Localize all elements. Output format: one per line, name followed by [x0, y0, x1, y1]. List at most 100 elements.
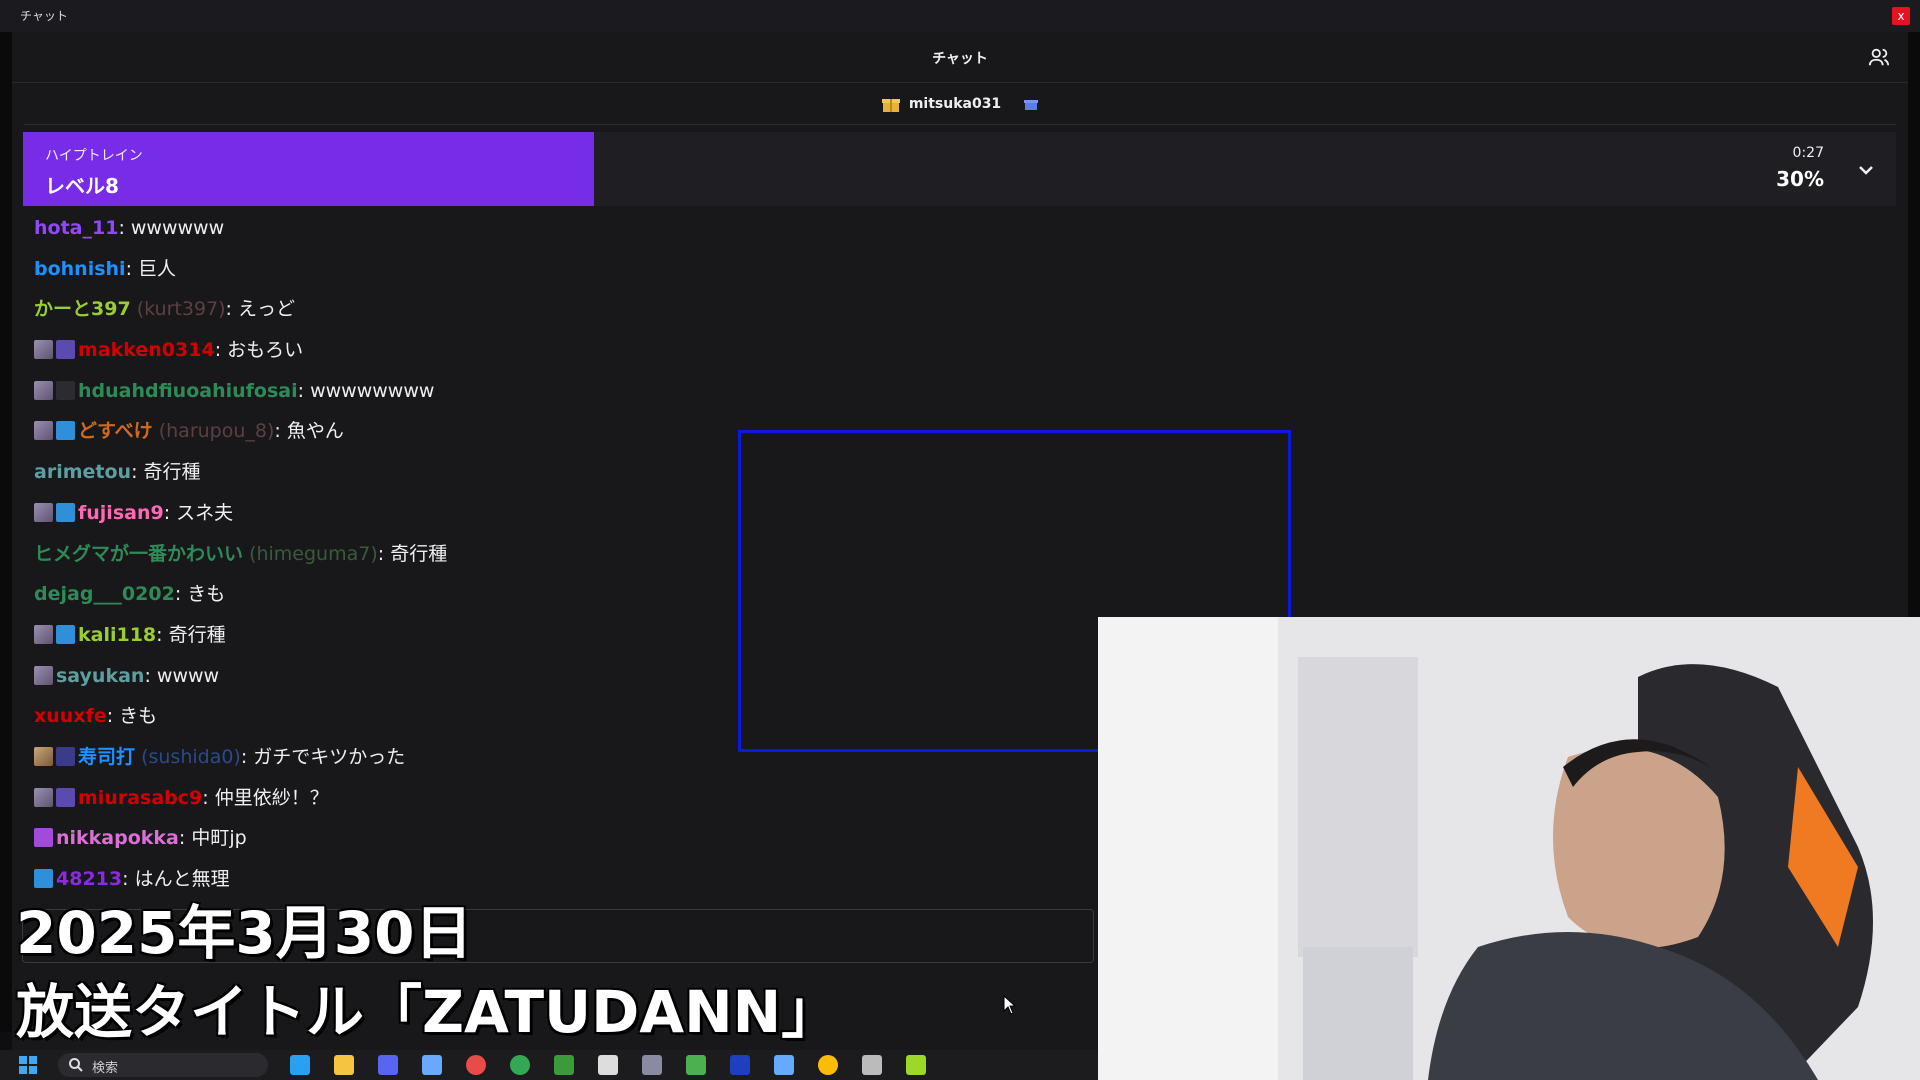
overlay-stream-title: 放送タイトル「ZATUDANN」 [16, 978, 840, 1046]
chat-message-text: wwww [156, 664, 220, 687]
search-icon [69, 1058, 83, 1072]
crown-badge-icon[interactable] [56, 502, 75, 522]
chat-username[interactable]: 寿司打 [78, 746, 135, 768]
chrome-icon[interactable] [818, 1055, 838, 1075]
face-badge-icon[interactable] [34, 421, 53, 441]
header-divider [24, 124, 1896, 125]
chat-message: hduahdfiuoahiufosai: wwwwwwww [34, 371, 1114, 412]
top-gifter[interactable]: mitsuka031 [12, 86, 1908, 122]
chrome-icon[interactable] [510, 1055, 530, 1075]
chat-message-text: 奇行種 [143, 461, 201, 484]
gift-badge-icon[interactable] [56, 787, 75, 807]
chat-login-name[interactable]: (sushida0) [141, 746, 241, 768]
face-badge-icon[interactable] [34, 624, 53, 644]
face-badge-icon[interactable] [34, 665, 53, 685]
notepad-icon[interactable] [422, 1055, 442, 1075]
chat-separator: : [118, 217, 131, 239]
app-icon[interactable] [862, 1055, 882, 1075]
face2-badge-icon[interactable] [34, 746, 53, 766]
chat-separator: : [174, 583, 188, 606]
chat-message: miurasabc9: 仲里依紗！？ [34, 778, 1114, 819]
chat-message-text: wwwwww [130, 217, 225, 239]
community-users-icon[interactable] [1868, 46, 1890, 68]
chat-username[interactable]: sayukan [56, 665, 144, 687]
hype-train-banner[interactable]: ハイプトレイン レベル8 0:27 30% [23, 132, 1896, 206]
gift-badge-icon[interactable] [56, 340, 75, 360]
chat-separator: : [225, 298, 238, 321]
face-badge-icon[interactable] [34, 502, 53, 522]
taskbar-search[interactable]: 検索 [58, 1053, 268, 1077]
discord-icon[interactable] [378, 1055, 398, 1075]
chat-message: bohnishi: 巨人 [34, 249, 1114, 290]
hype-train-percent: 30% [1776, 167, 1824, 191]
webcam-feed [1098, 617, 1920, 1080]
chat-message: hota_11: wwwwww [34, 208, 1114, 249]
window-titlebar: チャット x [0, 0, 1920, 32]
chat-username[interactable]: miurasabc9 [78, 787, 202, 809]
face-badge-icon[interactable] [34, 380, 53, 400]
purple-badge-icon[interactable] [34, 828, 53, 848]
chat-username[interactable]: ヒメグマが一番かわいい [34, 543, 243, 565]
chat-username[interactable]: arimetou [34, 461, 131, 483]
left-edge [0, 32, 12, 1032]
chat-login-name[interactable]: (himeguma7) [249, 543, 378, 565]
chat-username[interactable]: kali118 [78, 624, 156, 646]
chat-message-text: 中町jp [191, 827, 247, 850]
steam-icon[interactable] [774, 1055, 794, 1075]
chat-username[interactable]: makken0314 [78, 339, 215, 361]
window-close-button[interactable]: x [1892, 7, 1910, 25]
chat-username[interactable]: fujisan9 [78, 502, 164, 524]
face-badge-icon[interactable] [34, 787, 53, 807]
crown-badge-icon[interactable] [56, 624, 75, 644]
chat-message: makken0314: おもろい [34, 330, 1114, 371]
chat-username[interactable]: どすべけ [78, 420, 153, 442]
chat-separator: : [156, 623, 169, 646]
chat-username[interactable]: nikkapokka [56, 827, 179, 849]
taskbar: 検索 [0, 1050, 1098, 1080]
chat-message-text: えっど [237, 298, 295, 321]
hype-train-label: ハイプトレイン [45, 148, 143, 164]
sub-badge-icon[interactable] [56, 746, 75, 766]
chat-separator: : [163, 501, 177, 524]
chat-username[interactable]: かーと397 [34, 298, 131, 320]
chat-username[interactable]: bohnishi [34, 258, 126, 280]
chat-message-text: おもろい [227, 339, 304, 362]
window-title: チャット [20, 9, 68, 23]
minecraft-icon[interactable] [554, 1055, 574, 1075]
start-icon[interactable] [18, 1055, 38, 1075]
right-edge [1908, 32, 1920, 617]
speaker-badge-icon[interactable] [56, 380, 75, 400]
keyboard-icon[interactable] [642, 1055, 662, 1075]
gift-badge-icon [1024, 100, 1039, 110]
hype-train-level: レベル8 [45, 174, 119, 198]
chat-message-text: ガチでキツかった [253, 745, 406, 768]
hype-train-timer: 0:27 [1792, 145, 1824, 161]
chat-header: チャット [12, 32, 1908, 83]
file-explorer-icon[interactable] [334, 1055, 354, 1075]
edge-icon[interactable] [290, 1055, 310, 1075]
chat-message-text: きも [119, 705, 158, 728]
chat-username[interactable]: xuuxfe [34, 705, 107, 727]
chat-message-text: 奇行種 [390, 542, 448, 565]
crown-badge-icon[interactable] [56, 421, 75, 441]
chat-separator: : [125, 257, 139, 280]
chat-message: かーと397 (kurt397): えっど [34, 289, 1114, 330]
overlay-date: 2025年3月30日 [16, 899, 473, 967]
chat-title: チャット [932, 51, 988, 67]
gift-icon [881, 99, 900, 112]
chat-message-text: 奇行種 [168, 623, 226, 646]
chat-separator: : [178, 827, 192, 850]
capcut-icon[interactable] [598, 1055, 618, 1075]
obs-icon[interactable] [466, 1055, 486, 1075]
chat-username[interactable]: hduahdfiuoahiufosai [78, 380, 298, 402]
chat-username[interactable]: dejag___0202 [34, 583, 175, 605]
face-badge-icon[interactable] [34, 340, 53, 360]
media-player-icon[interactable] [906, 1055, 926, 1075]
chevron-down-icon[interactable] [1854, 158, 1878, 182]
chat-login-name[interactable]: (kurt397) [137, 298, 226, 320]
chat-message-text: 巨人 [138, 257, 177, 280]
monitor-icon[interactable] [730, 1055, 750, 1075]
chat-login-name[interactable]: (harupou_8) [159, 420, 275, 442]
chat-username[interactable]: hota_11 [34, 217, 118, 239]
drive-icon[interactable] [686, 1055, 706, 1075]
